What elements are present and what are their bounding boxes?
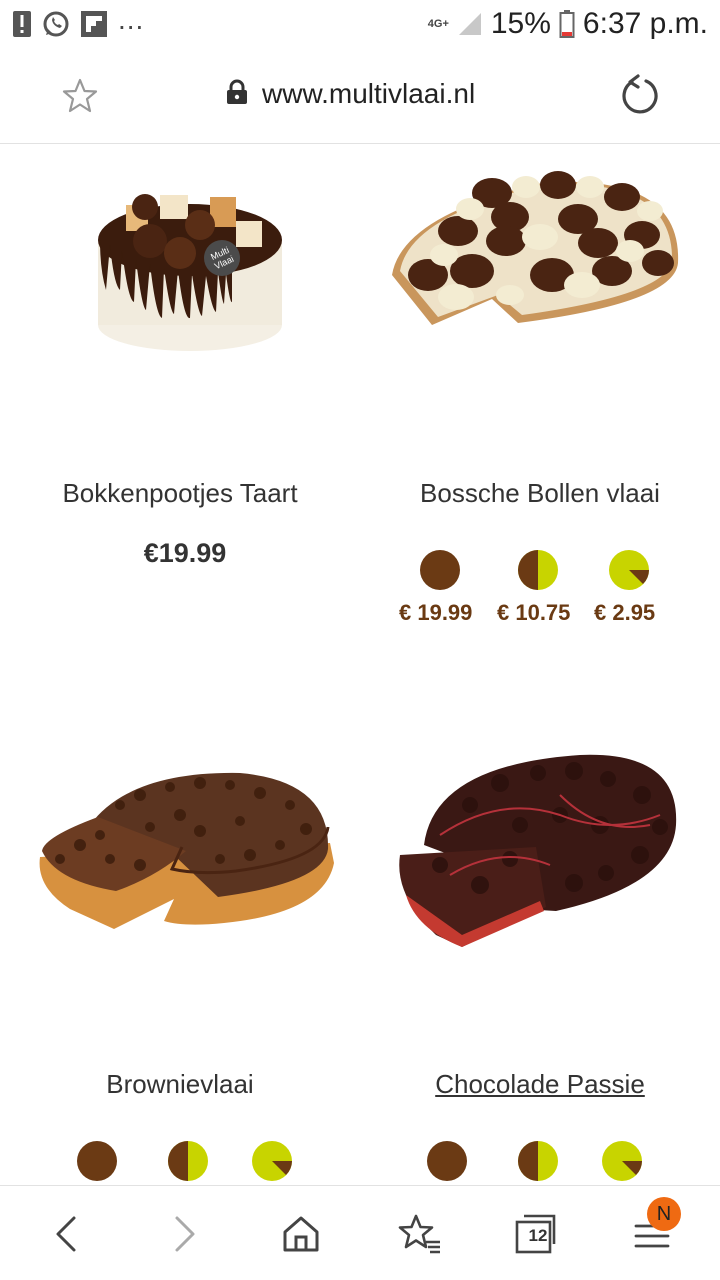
size-half-icon[interactable] (517, 1140, 559, 1182)
product-image[interactable] (0, 735, 360, 1035)
signal-icon (457, 11, 483, 37)
size-half-icon[interactable] (517, 549, 559, 591)
home-icon[interactable] (279, 1212, 323, 1256)
notification-overflow: ... (118, 4, 145, 35)
product-image[interactable] (360, 735, 720, 1035)
bookmarks-icon[interactable] (398, 1212, 442, 1256)
battery-percent: 15% (490, 7, 551, 40)
alert-icon (12, 10, 32, 38)
price-half: € 10.75 (497, 600, 571, 625)
clock: 6:37 p.m. (582, 7, 708, 40)
network-type: 4G+ (427, 17, 449, 30)
browser-bottom-nav: 12 (0, 1185, 720, 1280)
product-image[interactable]: Multi Vlaai (0, 145, 360, 445)
product-card[interactable]: Chocolade Passie (360, 735, 720, 1185)
tabs-icon[interactable]: 12 (514, 1212, 558, 1256)
product-name[interactable]: Bokkenpootjes Taart (0, 478, 360, 509)
price-slice: € 2.95 (594, 600, 656, 625)
product-name[interactable]: Brownievlaai (0, 1069, 360, 1100)
product-price: €19.99 (143, 538, 227, 568)
size-half-icon[interactable] (167, 1140, 209, 1182)
back-icon[interactable] (46, 1212, 90, 1256)
whatsapp-icon (42, 10, 70, 38)
size-whole-icon[interactable] (426, 1140, 468, 1182)
product-card[interactable]: Multi Vlaai Bokkenpootjes Taart €19.99 (0, 145, 360, 705)
lock-icon (226, 79, 248, 110)
product-card[interactable]: Brownievlaai (0, 735, 360, 1185)
size-slice-icon[interactable] (251, 1140, 293, 1182)
product-card[interactable]: Bossche Bollen vlaai € 19.99 € 10.75 € 2… (360, 145, 720, 705)
size-slice-icon[interactable] (601, 1140, 643, 1182)
url-field[interactable]: www.multivlaai.nl (226, 78, 475, 110)
reload-icon[interactable] (618, 74, 662, 118)
forward-icon[interactable] (161, 1212, 205, 1256)
product-name[interactable]: Bossche Bollen vlaai (360, 478, 720, 509)
price-whole: € 19.99 (399, 600, 473, 625)
flipboard-icon (80, 10, 108, 38)
battery-icon (559, 10, 575, 38)
size-whole-icon[interactable] (419, 549, 461, 591)
star-icon[interactable] (60, 76, 100, 116)
tabs-count: 12 (528, 1225, 548, 1245)
product-grid: Multi Vlaai Bokkenpootjes Taart €19.99 B… (0, 145, 720, 1185)
product-name[interactable]: Chocolade Passie (360, 1069, 720, 1100)
status-bar: ... 4G+ 15% 6:37 p.m. (0, 0, 720, 48)
size-whole-icon[interactable] (76, 1140, 118, 1182)
url-text: www.multivlaai.nl (262, 78, 476, 109)
browser-address-bar: www.multivlaai.nl (0, 48, 720, 144)
product-image[interactable] (360, 145, 720, 445)
size-slice-icon[interactable] (608, 549, 650, 591)
notification-badge: N (647, 1197, 681, 1231)
